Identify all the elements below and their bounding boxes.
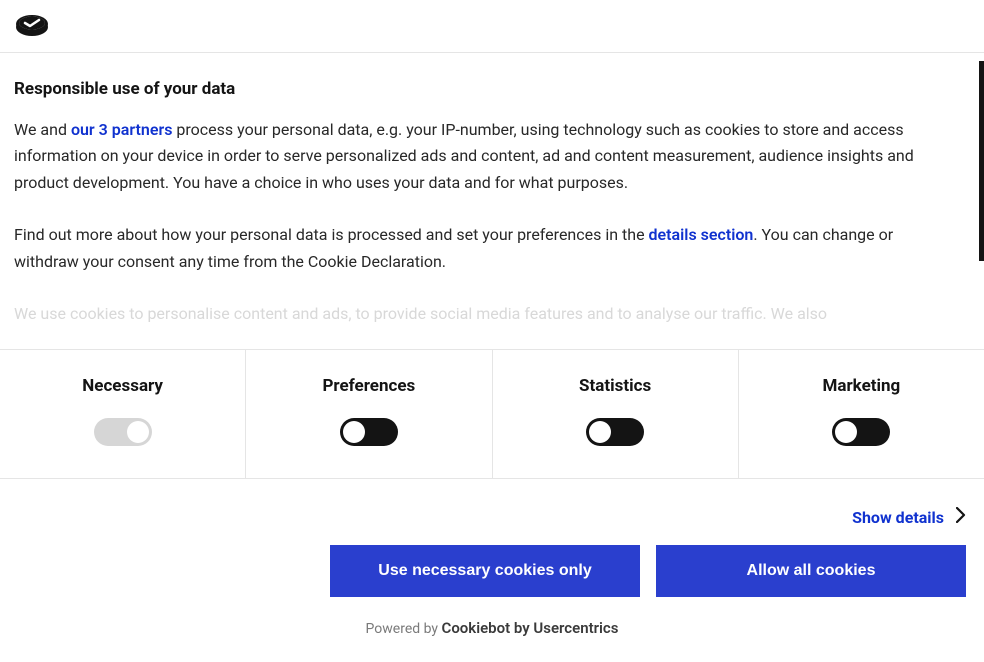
toggle-marketing[interactable] [832,418,890,446]
category-marketing: Marketing [739,350,984,478]
dialog-title: Responsible use of your data [14,79,970,99]
category-label-marketing: Marketing [749,376,974,396]
toggle-knob [589,421,611,443]
paragraph-1: We and our 3 partners process your perso… [14,117,970,196]
header [0,0,984,53]
toggle-knob [127,421,149,443]
category-necessary: Necessary [0,350,246,478]
details-row: Show details [0,479,984,535]
paragraph-2: Find out more about how your personal da… [14,222,970,275]
powered-brand-link[interactable]: Cookiebot by Usercentrics [442,619,619,637]
scrollbar[interactable] [979,61,984,261]
powered-prefix: Powered by [366,621,442,637]
toggle-knob [835,421,857,443]
cookiebot-logo-icon [14,23,50,42]
toggle-necessary [94,418,152,446]
category-label-preferences: Preferences [256,376,481,396]
category-preferences: Preferences [246,350,492,478]
show-details-label: Show details [852,508,944,527]
chevron-right-icon [956,507,966,527]
show-details-button[interactable]: Show details [852,507,966,527]
details-section-link[interactable]: details section [649,225,754,244]
paragraph-3-faded: We use cookies to personalise content an… [14,301,970,327]
partners-link[interactable]: our 3 partners [71,120,172,139]
categories-row: Necessary Preferences Statistics Marketi… [0,349,984,479]
category-statistics: Statistics [493,350,739,478]
category-label-necessary: Necessary [10,376,235,396]
category-label-statistics: Statistics [503,376,728,396]
toggle-statistics[interactable] [586,418,644,446]
use-necessary-button[interactable]: Use necessary cookies only [330,545,640,597]
allow-all-button[interactable]: Allow all cookies [656,545,966,597]
toggle-preferences[interactable] [340,418,398,446]
powered-by: Powered by Cookiebot by Usercentrics [0,597,984,637]
toggle-knob [343,421,365,443]
content-scroll-area[interactable]: Responsible use of your data We and our … [0,53,984,349]
buttons-row: Use necessary cookies only Allow all coo… [0,535,984,597]
